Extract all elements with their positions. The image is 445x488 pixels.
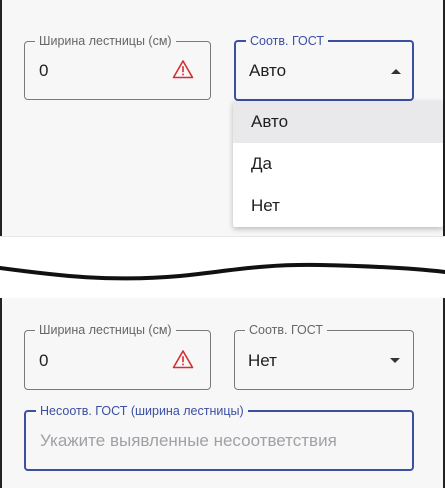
warning-triangle-icon (172, 60, 194, 79)
gost-dropdown-menu: Авто Да Нет (233, 101, 443, 227)
stair-width-field[interactable]: Ширина лестницы (см) 0 (24, 322, 211, 390)
gost-label: Соотв. ГОСТ (245, 322, 328, 338)
panel-left-edge (0, 0, 2, 236)
stair-width-label: Ширина лестницы (см) (35, 33, 176, 49)
arrow-down-icon[interactable] (390, 358, 400, 363)
gost-select[interactable]: Соотв. ГОСТ Нет (234, 322, 414, 390)
arrow-up-icon[interactable] (391, 69, 401, 74)
top-form-panel: Ширина лестницы (см) 0 Соотв. ГОСТ Авто … (0, 0, 445, 237)
nonconformity-label: Несоотв. ГОСТ (ширина лестницы) (36, 403, 248, 419)
gost-value: Нет (248, 351, 277, 370)
gost-label: Соотв. ГОСТ (246, 33, 329, 49)
panel-left-edge (0, 298, 2, 488)
dropdown-option-no[interactable]: Нет (233, 185, 443, 227)
gost-value: Авто (249, 61, 287, 80)
stair-width-value[interactable]: 0 (39, 351, 48, 371)
dropdown-option-auto[interactable]: Авто (233, 101, 443, 143)
bottom-form-panel: Ширина лестницы (см) 0 Соотв. ГОСТ Нет Н… (0, 298, 445, 488)
stair-width-field[interactable]: Ширина лестницы (см) 0 (24, 33, 211, 100)
nonconformity-placeholder[interactable]: Укажите выявленные несоответствия (40, 431, 337, 451)
stair-width-label: Ширина лестницы (см) (35, 322, 176, 338)
gost-select[interactable]: Соотв. ГОСТ Авто (234, 33, 414, 101)
nonconformity-input[interactable]: Несоотв. ГОСТ (ширина лестницы) Укажите … (24, 403, 414, 471)
stair-width-value[interactable]: 0 (39, 61, 48, 81)
torn-edge-divider (0, 262, 445, 281)
dropdown-option-yes[interactable]: Да (233, 143, 443, 185)
warning-triangle-icon (172, 350, 194, 369)
